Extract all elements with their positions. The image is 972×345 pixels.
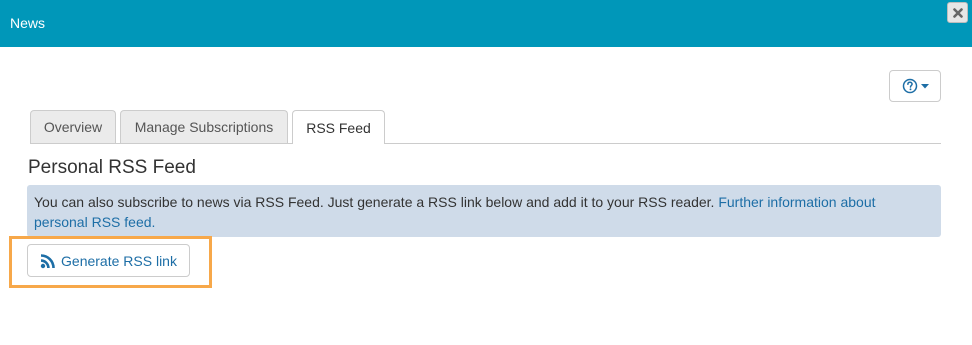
info-alert: You can also subscribe to news via RSS F… <box>27 185 941 237</box>
window-title: News <box>10 15 46 31</box>
window-titlebar: News <box>0 0 972 47</box>
question-circle-icon <box>902 78 917 94</box>
generate-rss-link-label: Generate RSS link <box>61 252 177 269</box>
tab-bar: Overview Manage Subscriptions RSS Feed <box>30 110 941 144</box>
tab-overview-label: Overview <box>43 119 103 135</box>
caret-down-icon <box>920 83 929 88</box>
tab-manage-subscriptions-label: Manage Subscriptions <box>134 119 274 135</box>
tab-overview[interactable]: Overview <box>30 110 116 143</box>
help-dropdown-button[interactable] <box>889 70 941 102</box>
rss-icon <box>40 253 55 268</box>
tab-manage-subscriptions[interactable]: Manage Subscriptions <box>120 110 288 143</box>
info-text: You can also subscribe to news via RSS F… <box>34 194 715 210</box>
tab-rss-feed-label: RSS Feed <box>306 119 371 136</box>
tab-rss-feed[interactable]: RSS Feed <box>292 110 385 144</box>
close-icon <box>952 7 963 18</box>
generate-rss-link-button[interactable]: Generate RSS link <box>27 244 190 277</box>
page-title: Personal RSS Feed <box>28 157 196 178</box>
close-button[interactable] <box>947 2 968 23</box>
